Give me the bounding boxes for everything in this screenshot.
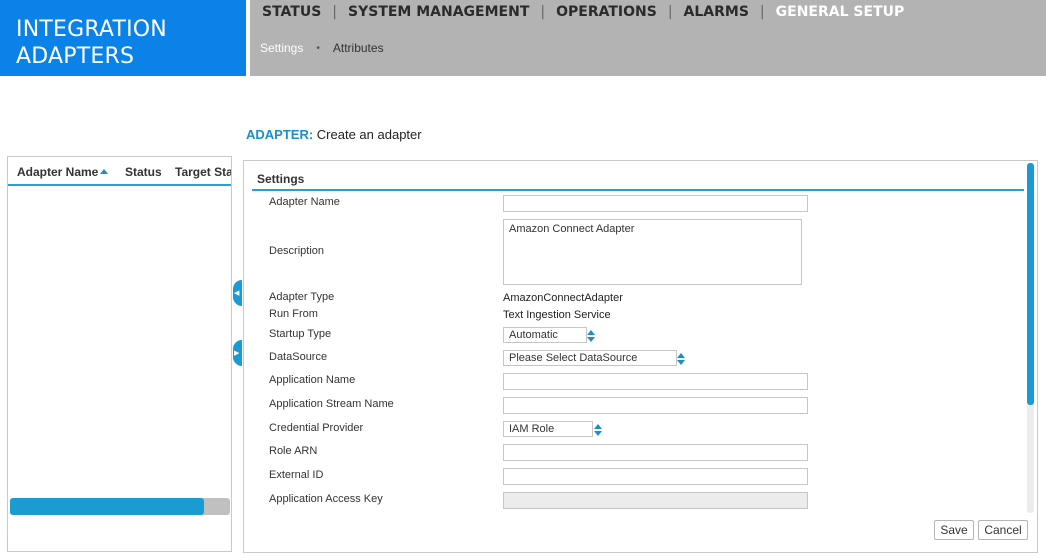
app-brand: INTEGRATION ADAPTERS [0,0,246,76]
nav-status[interactable]: STATUS [262,4,321,20]
application-stream-name-label: Application Stream Name [269,398,394,410]
external-id-field[interactable] [503,468,808,485]
column-header-status[interactable]: Status [125,165,162,179]
top-navigation: STATUS | SYSTEM MANAGEMENT | OPERATIONS … [250,0,1046,76]
column-header-target-status[interactable]: Target Sta [175,165,231,179]
page-title-key: ADAPTER: [246,127,314,142]
subnav-settings[interactable]: Settings [260,41,303,55]
adapter-type-value: AmazonConnectAdapter [503,292,623,304]
adapter-grid-header: Adapter Name Status Target Sta [8,157,231,186]
app: INTEGRATION ADAPTERS STATUS | SYSTEM MANA… [0,0,1046,559]
subnav-attributes[interactable]: Attributes [333,41,384,55]
sort-ascending-icon [100,169,109,174]
main-nav: STATUS | SYSTEM MANAGEMENT | OPERATIONS … [262,4,904,20]
application-name-field[interactable] [503,373,808,390]
page-title-value: Create an adapter [316,127,422,142]
external-id-label: External ID [269,469,324,481]
role-arn-field[interactable] [503,444,808,461]
column-header-adapter-name-label: Adapter Name [17,165,99,179]
credential-provider-select[interactable]: IAM Role [503,421,593,437]
column-header-adapter-name[interactable]: Adapter Name [17,165,109,179]
horizontal-scrollbar[interactable] [10,498,230,515]
run-from-value: Text Ingestion Service [503,309,611,321]
startup-type-label: Startup Type [269,328,332,340]
expand-right-icon[interactable]: ▶ [233,340,242,366]
sub-nav: Settings • Attributes [260,41,384,55]
select-spinner-icon[interactable] [677,352,686,366]
nav-system-management[interactable]: SYSTEM MANAGEMENT [348,4,529,20]
adapter-type-label: Adapter Type [269,291,335,303]
run-from-label: Run From [269,308,318,320]
adapter-list-panel: Adapter Name Status Target Sta [7,156,232,552]
description-field[interactable]: Amazon Connect Adapter [503,219,802,285]
select-spinner-icon[interactable] [594,423,603,437]
datasource-select[interactable]: Please Select DataSource [503,350,677,366]
adapter-settings-panel: Settings Adapter Name Description Amazon… [243,160,1038,553]
description-label: Description [269,245,325,257]
settings-section-title: Settings [257,172,305,186]
nav-separator: | [540,4,546,20]
brand-line1: INTEGRATION [16,17,167,42]
brand-title: INTEGRATION ADAPTERS [16,16,167,70]
nav-general-setup[interactable]: GENERAL SETUP [776,4,905,20]
credential-provider-label: Credential Provider [269,422,364,434]
horizontal-scrollbar-thumb[interactable] [10,498,204,515]
cancel-button[interactable]: Cancel [978,520,1028,540]
application-access-key-label: Application Access Key [269,493,383,505]
role-arn-label: Role ARN [269,445,318,457]
application-name-label: Application Name [269,374,356,386]
select-spinner-icon[interactable] [587,329,596,343]
page-title: ADAPTER: Create an adapter [246,127,422,142]
datasource-label: DataSource [269,351,328,363]
adapter-name-label: Adapter Name [269,196,340,208]
nav-separator: | [759,4,765,20]
application-access-key-field[interactable] [503,492,808,509]
panel-splitter[interactable]: ◀ ▶ [233,250,242,390]
nav-operations[interactable]: OPERATIONS [556,4,657,20]
collapse-left-icon[interactable]: ◀ [233,280,242,306]
settings-section-header: Settings [252,161,1024,191]
adapter-name-field[interactable] [503,195,808,212]
brand-line2: ADAPTERS [16,44,135,69]
nav-separator: | [667,4,673,20]
startup-type-select[interactable]: Automatic [503,327,587,343]
vertical-scrollbar[interactable] [1027,163,1034,513]
vertical-scrollbar-thumb[interactable] [1027,163,1034,405]
application-stream-name-field[interactable] [503,397,808,414]
nav-separator: | [332,4,338,20]
save-button[interactable]: Save [934,520,974,540]
subnav-separator: • [316,42,320,54]
nav-alarms[interactable]: ALARMS [684,4,749,20]
